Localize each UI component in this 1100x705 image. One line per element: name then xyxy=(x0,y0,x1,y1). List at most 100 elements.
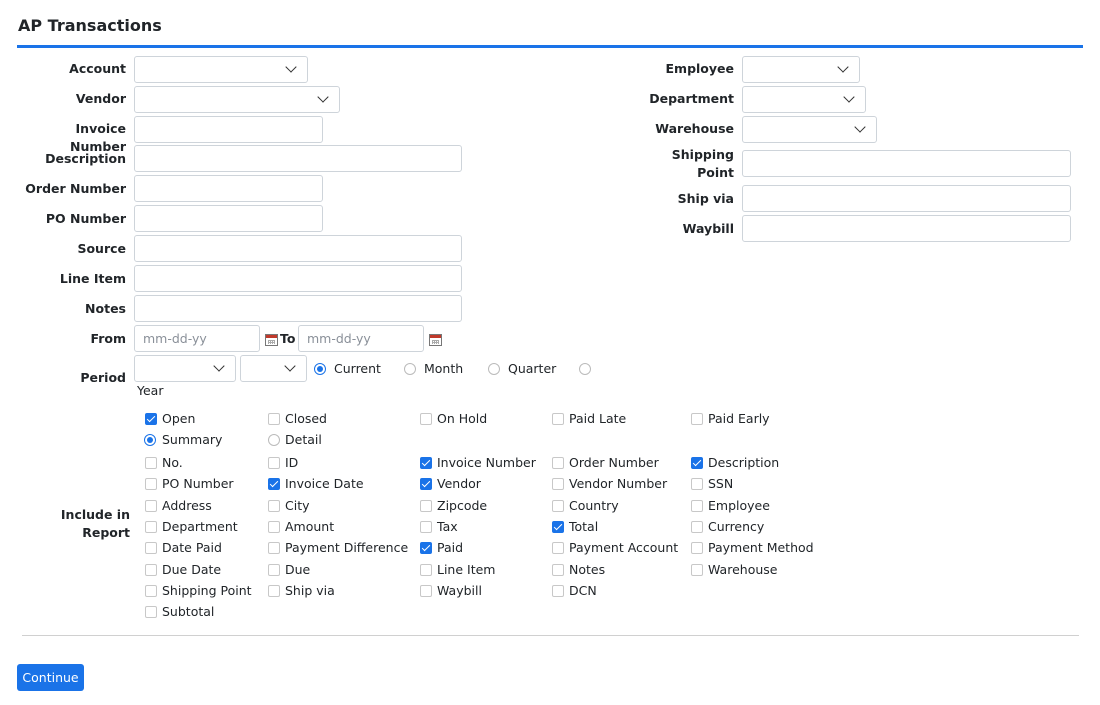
order-number-field[interactable] xyxy=(134,175,323,202)
column-city-checkbox[interactable] xyxy=(268,500,280,512)
to-date-field[interactable] xyxy=(298,325,424,352)
invoice-number-input[interactable] xyxy=(135,117,322,142)
calendar-icon[interactable] xyxy=(265,334,278,346)
account-select[interactable] xyxy=(134,56,308,83)
line-item-field[interactable] xyxy=(134,265,462,292)
column-amount-label: Amount xyxy=(285,519,335,534)
column-po-number-checkbox[interactable] xyxy=(145,478,157,490)
description-field[interactable] xyxy=(134,145,462,172)
column-ssn-label: SSN xyxy=(708,476,734,491)
line-item-label: Line Item xyxy=(59,271,126,286)
column-subtotal-label: Subtotal xyxy=(162,604,215,619)
column-order-number-label: Order Number xyxy=(569,455,659,470)
column-order-number-checkbox[interactable] xyxy=(552,457,564,469)
column-payment-account-checkbox[interactable] xyxy=(552,542,564,554)
source-field[interactable] xyxy=(134,235,462,262)
notes-field[interactable] xyxy=(134,295,462,322)
column-shipping-point-checkbox[interactable] xyxy=(145,585,157,597)
status-open-checkbox[interactable] xyxy=(145,413,157,425)
column-invoice-number-checkbox[interactable] xyxy=(420,457,432,469)
vendor-select[interactable] xyxy=(134,86,340,113)
shipping-point-label-line1: Shipping xyxy=(671,147,734,162)
column-ssn-checkbox[interactable] xyxy=(691,478,703,490)
column-date-paid-checkbox[interactable] xyxy=(145,542,157,554)
shipping-point-label-line2: Point xyxy=(697,165,734,180)
notes-input[interactable] xyxy=(135,296,461,321)
column-warehouse-label: Warehouse xyxy=(708,562,778,577)
description-input[interactable] xyxy=(135,146,461,171)
column-city-label: City xyxy=(285,498,310,513)
column-dcn-checkbox[interactable] xyxy=(552,585,564,597)
warehouse-select[interactable] xyxy=(742,116,877,143)
employee-select[interactable] xyxy=(742,56,860,83)
ship-via-input[interactable] xyxy=(743,186,1070,211)
chevron-down-icon xyxy=(317,91,329,103)
period-current-radio[interactable] xyxy=(314,363,326,375)
column-notes-checkbox[interactable] xyxy=(552,564,564,576)
from-date-input[interactable] xyxy=(135,326,259,351)
to-date-input[interactable] xyxy=(299,326,423,351)
column-employee-label: Employee xyxy=(708,498,770,513)
period-year-select[interactable] xyxy=(134,355,236,382)
column-amount-checkbox[interactable] xyxy=(268,521,280,533)
column-id-checkbox[interactable] xyxy=(268,457,280,469)
column-invoice-number-label: Invoice Number xyxy=(437,455,536,470)
column-line-item-checkbox[interactable] xyxy=(420,564,432,576)
period-month-radio[interactable] xyxy=(404,363,416,375)
column-id-label: ID xyxy=(285,455,299,470)
waybill-input[interactable] xyxy=(743,216,1070,241)
period-year-radio[interactable] xyxy=(579,363,591,375)
department-label: Department xyxy=(649,91,734,106)
shipping-point-input[interactable] xyxy=(743,151,1070,176)
column-zipcode-checkbox[interactable] xyxy=(420,500,432,512)
order-number-input[interactable] xyxy=(135,176,322,201)
detail-radio[interactable] xyxy=(268,434,280,446)
column-currency-checkbox[interactable] xyxy=(691,521,703,533)
po-number-field[interactable] xyxy=(134,205,323,232)
status-on-hold-checkbox[interactable] xyxy=(420,413,432,425)
column-invoice-date-checkbox[interactable] xyxy=(268,478,280,490)
period-month-select[interactable] xyxy=(240,355,307,382)
chevron-down-icon xyxy=(837,61,849,73)
po-number-input[interactable] xyxy=(135,206,322,231)
from-date-field[interactable] xyxy=(134,325,260,352)
period-year-label: Year xyxy=(137,383,164,398)
source-input[interactable] xyxy=(135,236,461,261)
column-due-label: Due xyxy=(285,562,311,577)
status-closed-checkbox[interactable] xyxy=(268,413,280,425)
column-subtotal-checkbox[interactable] xyxy=(145,606,157,618)
column-waybill-checkbox[interactable] xyxy=(420,585,432,597)
column-employee-checkbox[interactable] xyxy=(691,500,703,512)
status-paid-early-checkbox[interactable] xyxy=(691,413,703,425)
status-paid-early-label: Paid Early xyxy=(708,411,770,426)
column-department-label: Department xyxy=(162,519,238,534)
column-due-checkbox[interactable] xyxy=(268,564,280,576)
column-no-checkbox[interactable] xyxy=(145,457,157,469)
shipping-point-field[interactable] xyxy=(742,150,1071,177)
department-select[interactable] xyxy=(742,86,866,113)
column-warehouse-checkbox[interactable] xyxy=(691,564,703,576)
column-description-checkbox[interactable] xyxy=(691,457,703,469)
column-department-checkbox[interactable] xyxy=(145,521,157,533)
column-tax-label: Tax xyxy=(437,519,458,534)
period-quarter-radio[interactable] xyxy=(488,363,500,375)
column-address-checkbox[interactable] xyxy=(145,500,157,512)
invoice-number-field[interactable] xyxy=(134,116,323,143)
column-paid-checkbox[interactable] xyxy=(420,542,432,554)
status-paid-late-checkbox[interactable] xyxy=(552,413,564,425)
waybill-field[interactable] xyxy=(742,215,1071,242)
column-payment-difference-checkbox[interactable] xyxy=(268,542,280,554)
column-payment-method-checkbox[interactable] xyxy=(691,542,703,554)
calendar-icon[interactable] xyxy=(429,334,442,346)
column-due-date-checkbox[interactable] xyxy=(145,564,157,576)
column-country-checkbox[interactable] xyxy=(552,500,564,512)
line-item-input[interactable] xyxy=(135,266,461,291)
column-total-checkbox[interactable] xyxy=(552,521,564,533)
summary-radio[interactable] xyxy=(144,434,156,446)
column-vendor-number-checkbox[interactable] xyxy=(552,478,564,490)
column-tax-checkbox[interactable] xyxy=(420,521,432,533)
continue-button[interactable]: Continue xyxy=(17,664,84,691)
column-vendor-checkbox[interactable] xyxy=(420,478,432,490)
column-ship-via-checkbox[interactable] xyxy=(268,585,280,597)
ship-via-field[interactable] xyxy=(742,185,1071,212)
